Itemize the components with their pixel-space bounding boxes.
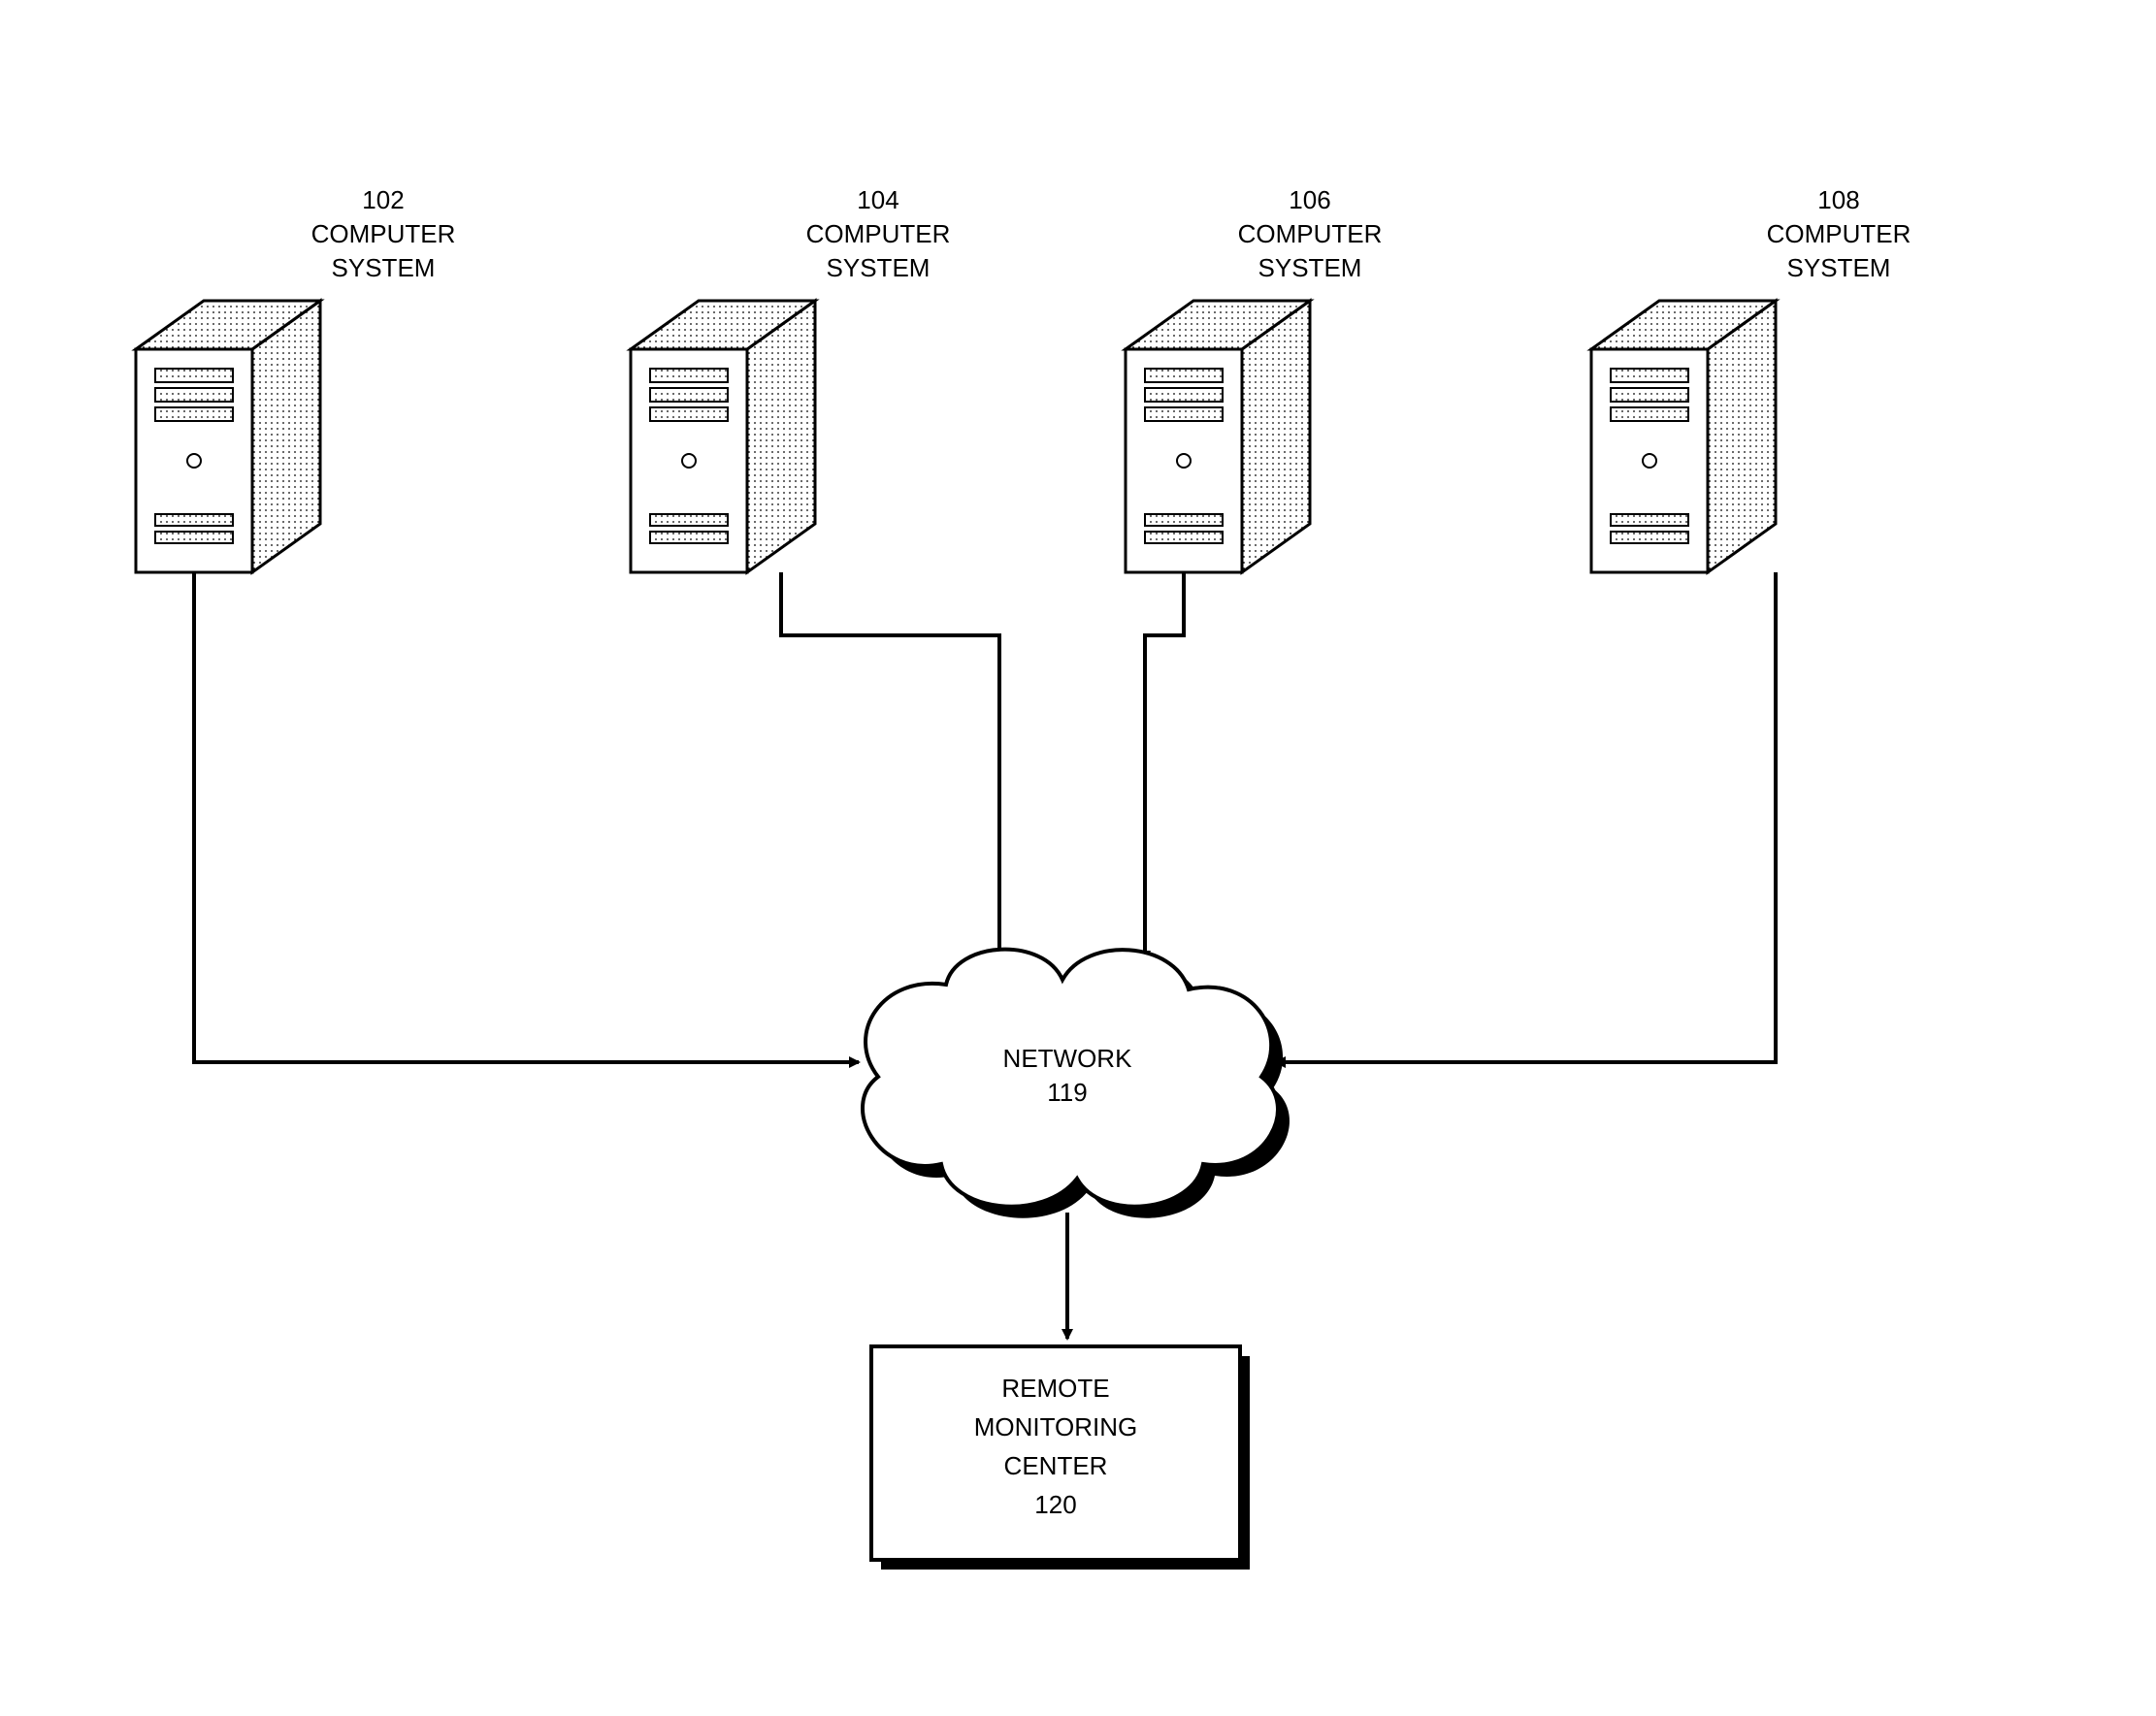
network-label: NETWORK bbox=[1003, 1044, 1133, 1073]
system-102-label-1: COMPUTER bbox=[311, 219, 456, 248]
network-id: 119 bbox=[1047, 1078, 1087, 1107]
system-106-label-1: COMPUTER bbox=[1238, 219, 1383, 248]
arrow-104-to-network bbox=[781, 572, 999, 960]
network-cloud: NETWORK 119 bbox=[863, 950, 1290, 1218]
system-108-label-2: SYSTEM bbox=[1787, 253, 1891, 282]
diagram: 102 COMPUTER SYSTEM 104 COMPUTER SYSTEM … bbox=[0, 0, 2156, 1716]
computer-system-108: 108 COMPUTER SYSTEM bbox=[1591, 185, 1911, 572]
system-104-label-2: SYSTEM bbox=[827, 253, 931, 282]
arrow-102-to-network bbox=[194, 572, 859, 1062]
server-icon bbox=[136, 301, 320, 572]
server-icon bbox=[631, 301, 815, 572]
monitor-line1: REMOTE bbox=[1001, 1374, 1109, 1403]
system-102-label-2: SYSTEM bbox=[332, 253, 436, 282]
computer-system-104: 104 COMPUTER SYSTEM bbox=[631, 185, 950, 572]
remote-monitoring-center: REMOTE MONITORING CENTER 120 bbox=[871, 1346, 1250, 1570]
system-104-label-1: COMPUTER bbox=[806, 219, 951, 248]
server-icon bbox=[1126, 301, 1310, 572]
arrow-106-to-network bbox=[1145, 572, 1184, 960]
monitor-line4: 120 bbox=[1034, 1490, 1076, 1519]
server-icon bbox=[1591, 301, 1776, 572]
monitor-line2: MONITORING bbox=[974, 1412, 1138, 1441]
system-108-label-1: COMPUTER bbox=[1767, 219, 1911, 248]
system-104-id: 104 bbox=[857, 185, 898, 214]
system-106-id: 106 bbox=[1289, 185, 1330, 214]
computer-system-106: 106 COMPUTER SYSTEM bbox=[1126, 185, 1382, 572]
computer-system-102: 102 COMPUTER SYSTEM bbox=[136, 185, 455, 572]
system-108-id: 108 bbox=[1817, 185, 1859, 214]
system-102-id: 102 bbox=[362, 185, 404, 214]
arrow-108-to-network bbox=[1276, 572, 1776, 1062]
monitor-line3: CENTER bbox=[1004, 1451, 1108, 1480]
system-106-label-2: SYSTEM bbox=[1258, 253, 1362, 282]
